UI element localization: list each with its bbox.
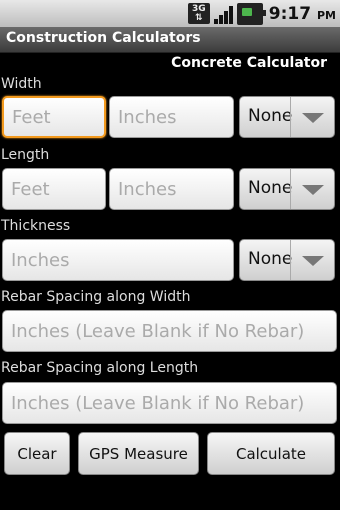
app-title: Construction Calculators <box>6 30 201 46</box>
rebar-width-label: Rebar Spacing along Width <box>1 289 191 305</box>
signal-icon <box>213 4 233 24</box>
spinner-divider <box>290 240 291 280</box>
rebar-length-placeholder: Inches (Leave Blank if No Rebar) <box>11 392 305 414</box>
thickness-inches-placeholder: Inches <box>11 249 70 271</box>
status-clock: 9:17 PM <box>268 3 336 24</box>
width-inches-placeholder: Inches <box>118 106 177 128</box>
length-feet-input[interactable]: Feet <box>2 168 106 210</box>
length-unit-value: None <box>248 178 293 198</box>
3g-icon: 3G ⇅ <box>187 3 210 24</box>
thickness-unit-value: None <box>248 249 293 269</box>
thickness-label: Thickness <box>1 218 71 234</box>
length-inches-placeholder: Inches <box>118 178 177 200</box>
screen-subtitle: Concrete Calculator <box>171 55 327 71</box>
rebar-width-placeholder: Inches (Leave Blank if No Rebar) <box>11 320 305 342</box>
rebar-length-label: Rebar Spacing along Length <box>1 360 199 376</box>
status-bar: 3G ⇅ 9:17 PM <box>0 0 340 27</box>
chevron-down-icon <box>302 256 324 266</box>
length-inches-input[interactable]: Inches <box>109 168 234 210</box>
calculate-button[interactable]: Calculate <box>207 432 335 475</box>
width-unit-value: None <box>248 106 293 126</box>
thickness-unit-spinner[interactable]: None <box>239 239 335 281</box>
battery-charging-icon <box>236 2 266 25</box>
rebar-length-input[interactable]: Inches (Leave Blank if No Rebar) <box>2 382 337 424</box>
length-feet-placeholder: Feet <box>11 178 50 200</box>
width-feet-input[interactable]: Feet <box>2 96 106 138</box>
clear-button[interactable]: Clear <box>4 432 70 475</box>
status-icons: 3G ⇅ 9:17 PM <box>187 2 336 25</box>
width-feet-placeholder: Feet <box>12 106 51 128</box>
thickness-inches-input[interactable]: Inches <box>2 239 234 281</box>
width-unit-spinner[interactable]: None <box>239 96 335 138</box>
app-title-bar: Construction Calculators <box>0 27 340 53</box>
rebar-width-input[interactable]: Inches (Leave Blank if No Rebar) <box>2 310 337 352</box>
gps-measure-button[interactable]: GPS Measure <box>78 432 199 475</box>
length-label: Length <box>1 147 50 163</box>
width-inches-input[interactable]: Inches <box>109 96 234 138</box>
spinner-divider <box>290 97 291 137</box>
width-label: Width <box>1 76 42 92</box>
chevron-down-icon <box>302 185 324 195</box>
chevron-down-icon <box>302 113 324 123</box>
length-unit-spinner[interactable]: None <box>239 168 335 210</box>
spinner-divider <box>290 169 291 209</box>
